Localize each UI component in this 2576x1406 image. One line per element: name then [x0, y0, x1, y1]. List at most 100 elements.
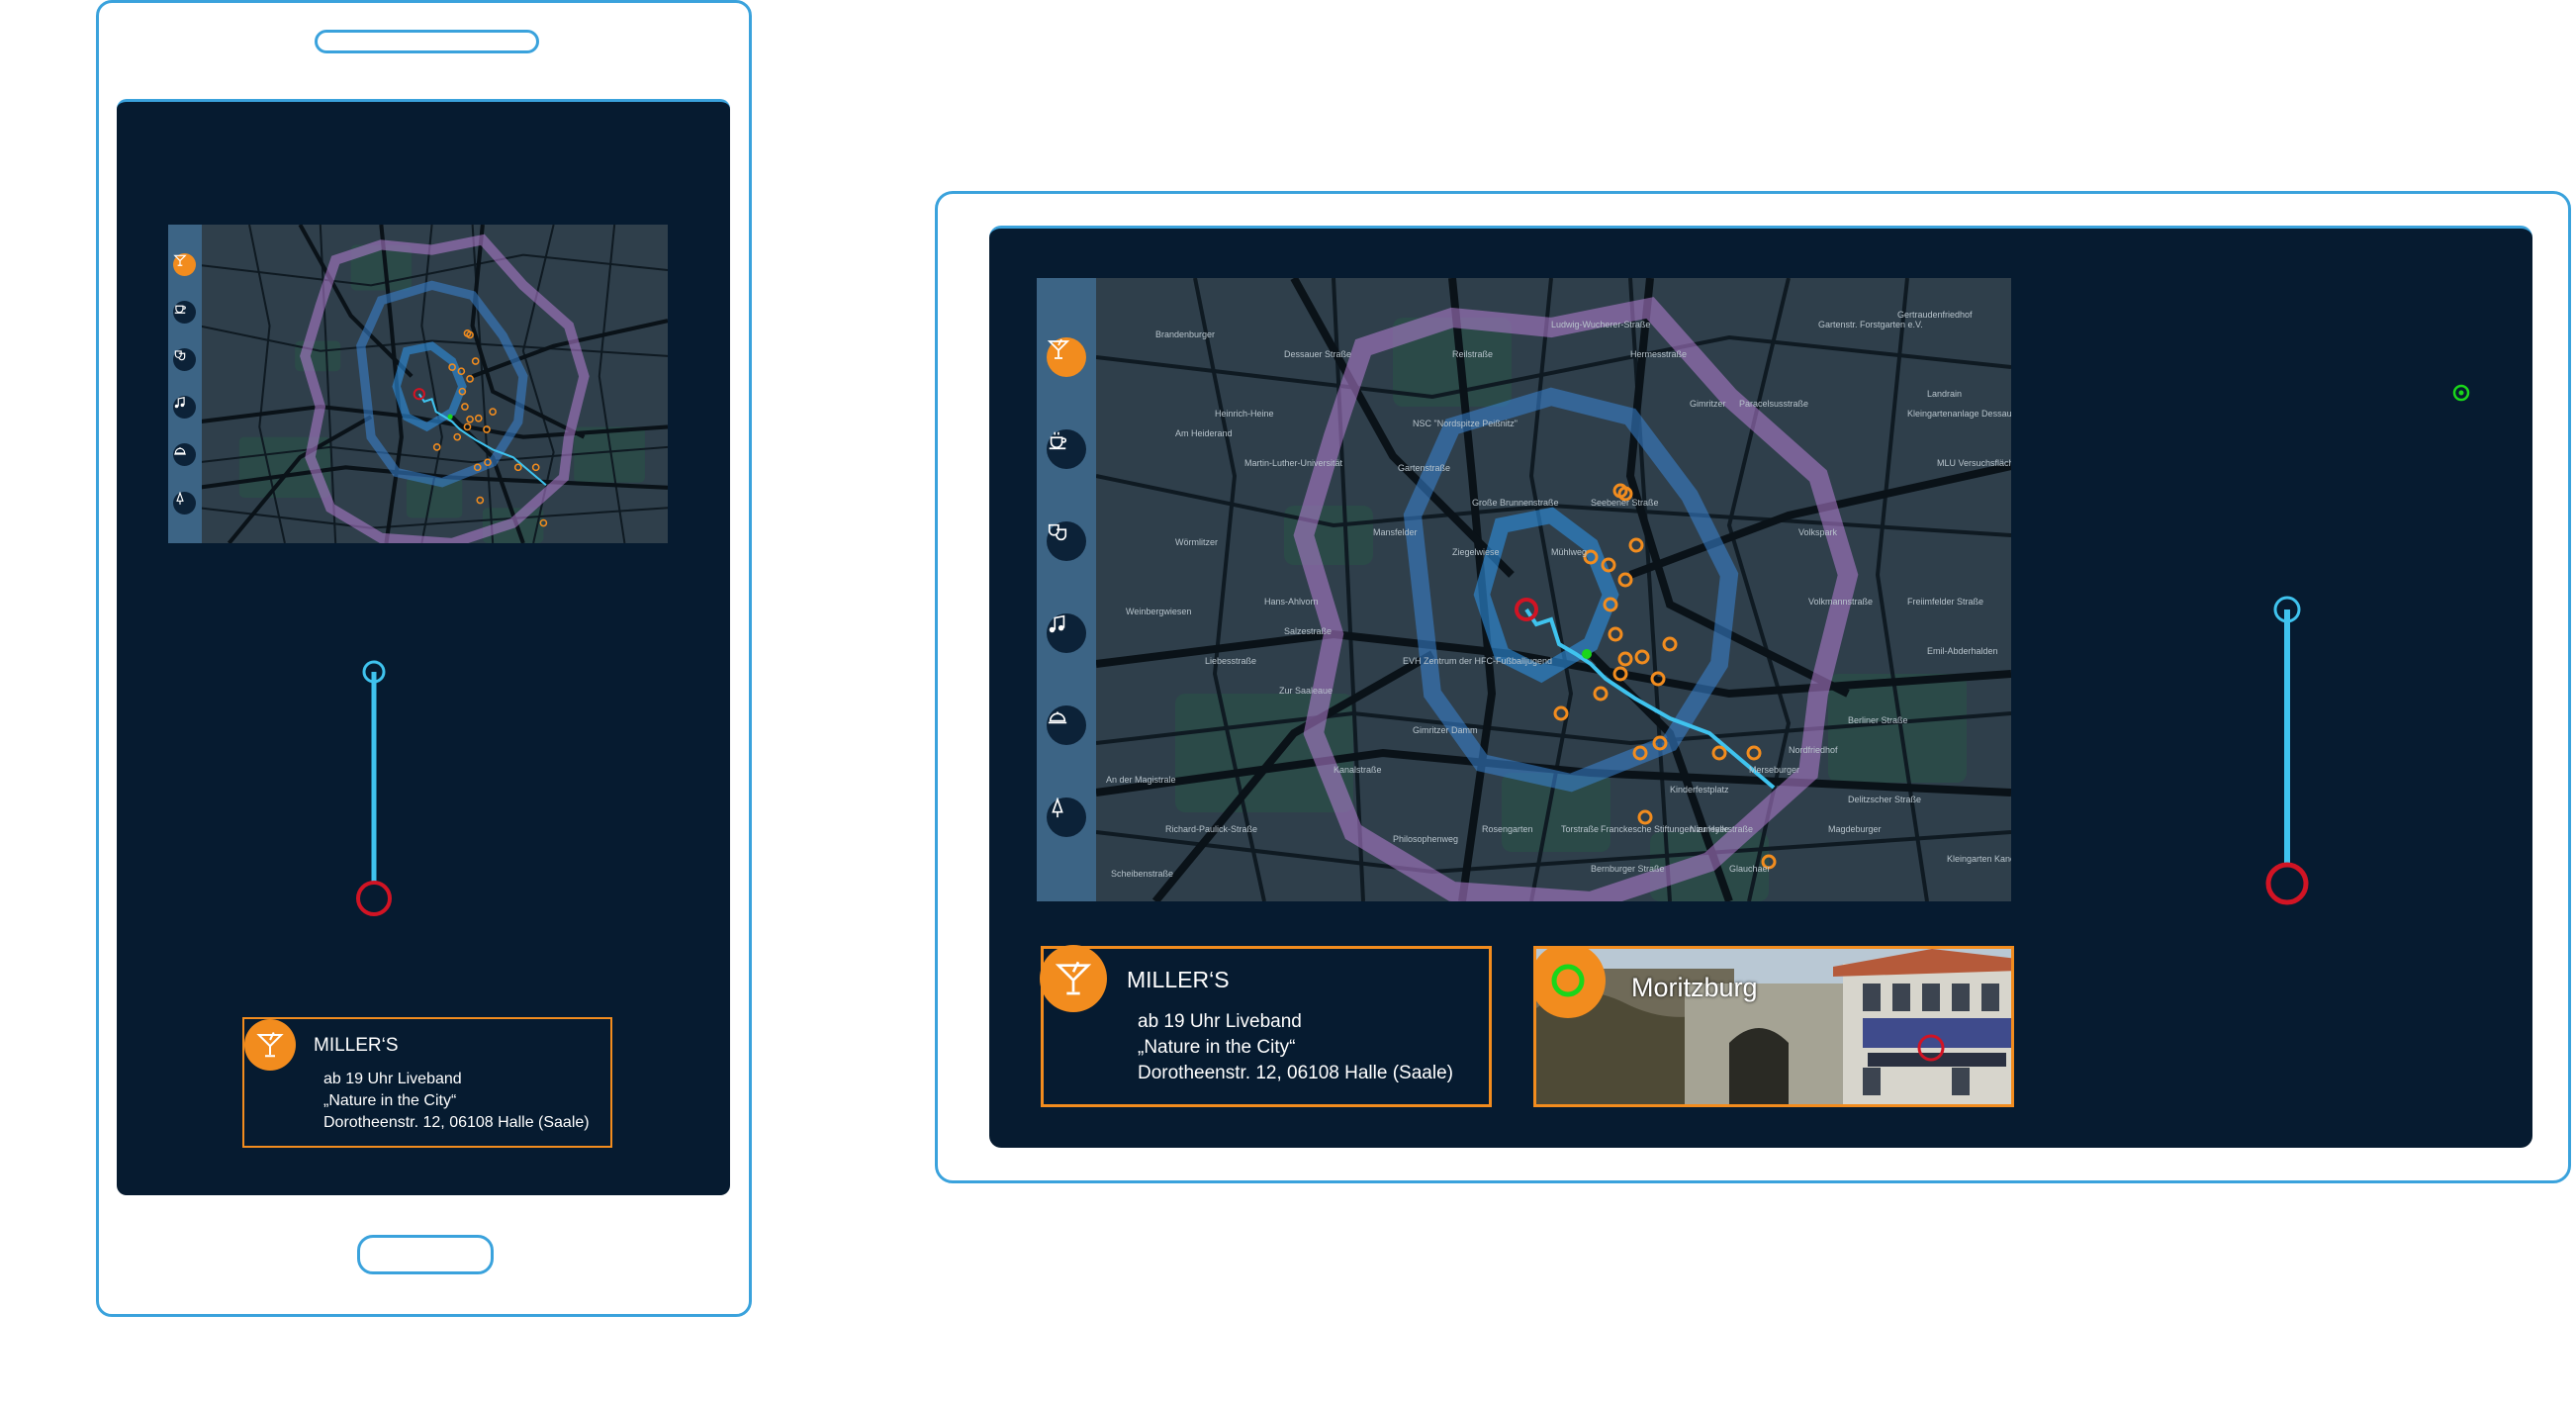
tree-icon	[176, 492, 184, 505]
food-cloche-icon	[1048, 711, 1067, 724]
map-street-label: MLU Versuchsflächen der Landwirtschaftli…	[1937, 458, 2011, 468]
map-street-label: Große Brunnenstraße	[1472, 498, 1559, 508]
map-street-label: Reilstraße	[1452, 349, 1493, 359]
tablet-category-food[interactable]	[1047, 705, 1086, 745]
map-street-label: Niemeyerstraße	[1690, 824, 1753, 834]
phone-speaker	[315, 30, 539, 53]
tablet-route-slider[interactable]	[2255, 580, 2453, 906]
map-street-label: Nordfriedhof	[1789, 745, 1838, 755]
phone-category-food[interactable]	[173, 443, 196, 466]
map-street-label: Gertraudenfriedhof	[1897, 310, 1973, 320]
map-street-label: Scheibenstraße	[1111, 869, 1173, 879]
cocktail-icon	[1047, 338, 1070, 359]
tablet-location-dot	[2452, 384, 2470, 402]
phone-venue-line-2: „Nature in the City“	[323, 1092, 457, 1109]
map-street-label: Brandenburger	[1155, 329, 1215, 339]
map-street-label: Philosophenweg	[1393, 834, 1458, 844]
map-street-label: Gartenstraße	[1398, 463, 1450, 473]
tablet-venue-card[interactable]: MILLER‘S ab 19 Uhr Liveband „Nature in t…	[1040, 945, 1492, 1107]
cocktail-icon	[1055, 961, 1092, 995]
tablet-venue-line-2: „Nature in the City“	[1138, 1037, 1296, 1058]
food-cloche-icon	[174, 447, 186, 455]
map-street-label: Kleingartenanlage Dessauer Straße e.V.	[1907, 409, 2011, 419]
phone-venue-badge	[244, 1019, 296, 1071]
tablet-venue-line-3: Dorotheenstr. 12, 06108 Halle (Saale)	[1138, 1063, 1453, 1083]
phone-home-button[interactable]	[357, 1235, 494, 1274]
coffee-cup-icon	[1049, 431, 1067, 450]
map-street-label: Ziegelwiese	[1452, 547, 1500, 557]
tablet-map[interactable]: Brandenburger Am Heiderand Martin-Luther-U…	[1037, 278, 2011, 901]
map-street-label: Gimritzer Damm	[1413, 725, 1478, 735]
map-street-label: NSC "Nordspitze Peißnitz"	[1413, 419, 1518, 428]
phone-venue-name: MILLER‘S	[314, 1035, 399, 1056]
phone-map[interactable]	[168, 225, 668, 543]
tablet-category-cafe[interactable]	[1047, 429, 1086, 469]
map-street-label: Delitzscher Straße	[1848, 795, 1921, 804]
map-street-label: Martin-Luther-Universität	[1244, 458, 1343, 468]
map-street-label: Volkmannstraße	[1808, 597, 1873, 607]
phone-map-canvas	[168, 225, 668, 543]
phone-category-cocktail[interactable]	[173, 253, 196, 276]
map-street-label: Salzestraße	[1284, 626, 1332, 636]
map-street-label: Am Heiderand	[1175, 428, 1233, 438]
music-note-icon	[1049, 614, 1065, 633]
map-street-label: Freiimfelder Straße	[1907, 597, 1983, 607]
map-street-label: Mansfelder	[1373, 527, 1418, 537]
map-street-label: An der Magistrale	[1106, 775, 1176, 785]
map-street-label: Dessauer Straße	[1284, 349, 1351, 359]
map-street-label: Landrain	[1927, 389, 1962, 399]
tablet-slider-start-handle	[2265, 862, 2309, 905]
map-street-label: Weinbergwiesen	[1126, 607, 1191, 616]
map-street-label: Hermesstraße	[1630, 349, 1687, 359]
tablet-venue-badge	[1040, 945, 1107, 1012]
phone-category-theater[interactable]	[173, 348, 196, 371]
poi-name: Moritzburg	[1631, 973, 1758, 1002]
music-note-icon	[174, 397, 185, 409]
map-street-label: Heinrich-Heine	[1215, 409, 1274, 419]
tablet-category-sidebar	[1037, 278, 1096, 901]
map-street-label: Kinderfestplatz	[1670, 785, 1729, 795]
tablet-category-cocktail[interactable]	[1047, 337, 1086, 377]
map-street-label: Ludwig-Wucherer-Straße	[1551, 320, 1650, 329]
poi-location-ring-icon	[1551, 964, 1585, 997]
phone-venue-line-1: ab 19 Uhr Liveband	[323, 1071, 462, 1087]
phone-category-sidebar	[168, 225, 202, 543]
tablet-category-theater[interactable]	[1047, 521, 1086, 561]
map-street-label: Paracelsusstraße	[1739, 399, 1808, 409]
map-street-label: Gimritzer	[1690, 399, 1726, 409]
map-street-label: Glauchaer	[1729, 864, 1771, 874]
phone-venue-line-3: Dorotheenstr. 12, 06108 Halle (Saale)	[323, 1114, 590, 1131]
map-street-label: Seebener Straße	[1591, 498, 1659, 508]
map-street-label: Volkspark	[1798, 527, 1838, 537]
phone-screen: MILLER‘S ab 19 Uhr Liveband „Nature in t…	[117, 99, 730, 1195]
map-street-label: Wörmlitzer	[1175, 537, 1218, 547]
map-street-label: Zur Saaleaue	[1279, 686, 1333, 696]
phone-slider-start-handle	[356, 881, 392, 916]
map-street-label: Merseburger	[1749, 765, 1799, 775]
phone-category-cafe[interactable]	[173, 301, 196, 324]
theater-masks-icon	[1048, 523, 1067, 541]
tablet-category-music[interactable]	[1047, 613, 1086, 653]
tablet-venue-line-1: ab 19 Uhr Liveband	[1138, 1011, 1302, 1032]
poi-photo	[1536, 949, 2011, 1104]
phone-category-music[interactable]	[173, 396, 196, 419]
map-street-label: EVH Zentrum der HFC-Fußballjugend	[1403, 656, 1552, 666]
map-street-label: Richard-Paulick-Straße	[1165, 824, 1257, 834]
phone-category-nature[interactable]	[173, 492, 196, 515]
map-street-label: Kleingarten Kanenaer Weg	[1947, 854, 2011, 864]
coffee-cup-icon	[174, 305, 186, 314]
tablet-poi-card[interactable]: Moritzburg	[1533, 946, 2014, 1107]
map-street-label: Emil-Abderhalden	[1927, 646, 1998, 656]
tablet-screen: Brandenburger Am Heiderand Martin-Luther-U…	[989, 226, 2532, 1148]
phone-route-slider[interactable]	[275, 636, 532, 933]
phone-venue-card[interactable]: MILLER‘S ab 19 Uhr Liveband „Nature in t…	[242, 1017, 612, 1148]
cocktail-icon	[173, 254, 187, 266]
tablet-map-canvas: Brandenburger Am Heiderand Martin-Luther-U…	[1037, 278, 2011, 901]
tablet-venue-name: MILLER‘S	[1127, 967, 1230, 992]
map-street-label: Berliner Straße	[1848, 715, 1908, 725]
tablet-category-nature[interactable]	[1047, 797, 1086, 837]
map-street-label: Liebesstraße	[1205, 656, 1256, 666]
map-street-label: Bernburger Straße	[1591, 864, 1665, 874]
map-street-label: Kanalstraße	[1334, 765, 1382, 775]
current-position-marker	[1582, 649, 1592, 659]
